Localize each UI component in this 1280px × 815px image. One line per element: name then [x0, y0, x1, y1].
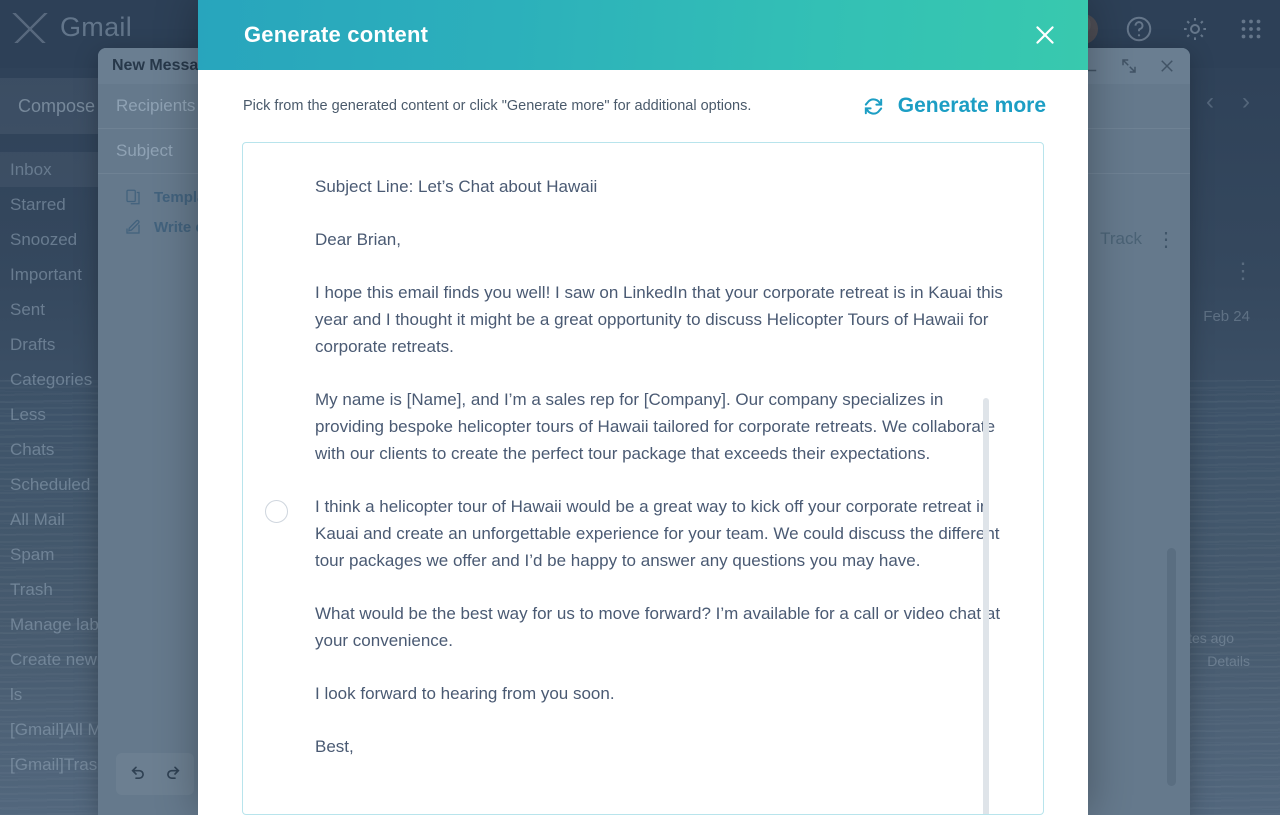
generated-option-card[interactable]: Subject Line: Let’s Chat about Hawaii Dea…	[242, 142, 1044, 815]
mail-date-badge: Feb 24	[1203, 308, 1250, 325]
generate-more-button[interactable]: Generate more	[862, 94, 1046, 118]
sidebar-item-label: All Mail	[10, 509, 65, 529]
card-scrollbar[interactable]	[983, 398, 989, 814]
generated-paragraph: I hope this email finds you well! I saw …	[315, 283, 1003, 356]
sidebar-item-label: Snoozed	[10, 229, 78, 249]
topbar-icon-group	[1068, 14, 1266, 44]
compose-scrollbar[interactable]	[1167, 548, 1176, 786]
close-icon[interactable]	[1158, 57, 1176, 75]
refresh-icon	[862, 95, 885, 118]
sidebar-item-label: Important	[10, 264, 82, 284]
generated-paragraph: My name is [Name], and I’m a sales rep f…	[315, 390, 996, 463]
sidebar-item-label: Scheduled	[10, 474, 91, 494]
gmail-logo[interactable]: Gmail	[10, 12, 132, 43]
help-icon[interactable]	[1124, 14, 1154, 44]
track-label: Track	[1100, 229, 1142, 248]
pencil-square-icon	[124, 218, 142, 236]
mail-pagination: ‹ ›	[1206, 88, 1250, 116]
gmail-m-icon	[10, 12, 50, 43]
generated-paragraph: What would be the best way for us to mov…	[315, 604, 1001, 650]
apps-grid-icon[interactable]	[1236, 14, 1266, 44]
redo-icon[interactable]	[165, 764, 185, 784]
pick-hint-text: Pick from the generated content or click…	[243, 98, 752, 114]
mail-details-link[interactable]: Details	[1207, 653, 1250, 669]
sidebar-item-label: ls	[10, 684, 23, 704]
generated-paragraph: Best,	[315, 737, 354, 756]
sidebar-item-label: Less	[10, 404, 46, 424]
generated-paragraph: Dear Brian,	[315, 230, 401, 249]
generate-content-modal: Generate content Pick from the generated…	[198, 0, 1088, 815]
sidebar-item-label: Categories	[10, 369, 93, 389]
generated-paragraph: I think a helicopter tour of Hawaii woul…	[315, 497, 1000, 570]
settings-gear-icon[interactable]	[1180, 14, 1210, 44]
generated-paragraph: I look forward to hearing from you soon.	[315, 684, 615, 703]
modal-body: Subject Line: Let’s Chat about Hawaii Dea…	[198, 142, 1088, 815]
prev-page-icon[interactable]: ‹	[1206, 88, 1214, 116]
sidebar-item-label: Trash	[10, 579, 53, 599]
generated-paragraph: Subject Line: Let’s Chat about Hawaii	[315, 177, 598, 196]
mail-row-menu-icon[interactable]: ⋮	[1232, 258, 1254, 284]
generate-more-label: Generate more	[897, 94, 1046, 117]
template-icon	[124, 188, 142, 206]
undo-icon[interactable]	[126, 764, 146, 784]
sidebar-item-label: Starred	[10, 194, 66, 214]
next-page-icon[interactable]: ›	[1242, 88, 1250, 116]
sidebar-item-label: Inbox	[10, 159, 52, 179]
gmail-brand-label: Gmail	[60, 12, 133, 42]
modal-title: Generate content	[244, 22, 429, 47]
sidebar-item-label: Sent	[10, 299, 45, 319]
sidebar-item-label: Drafts	[10, 334, 56, 354]
compose-undo-redo-toolbar	[116, 753, 194, 795]
popout-icon[interactable]	[1120, 57, 1138, 75]
modal-subheader: Pick from the generated content or click…	[198, 70, 1088, 142]
sidebar-item-label: Chats	[10, 439, 55, 459]
compose-window-controls	[1082, 57, 1176, 75]
sidebar-item-label: [Gmail]Trash	[10, 754, 107, 774]
modal-header: Generate content	[198, 0, 1088, 70]
compose-more-menu-icon[interactable]: ⋮	[1156, 230, 1176, 250]
close-icon[interactable]	[1030, 20, 1060, 50]
option-radio-button[interactable]	[265, 500, 288, 523]
sidebar-item-label: Spam	[10, 544, 55, 564]
generated-content-text: Subject Line: Let’s Chat about Hawaii Dea…	[315, 173, 1003, 760]
